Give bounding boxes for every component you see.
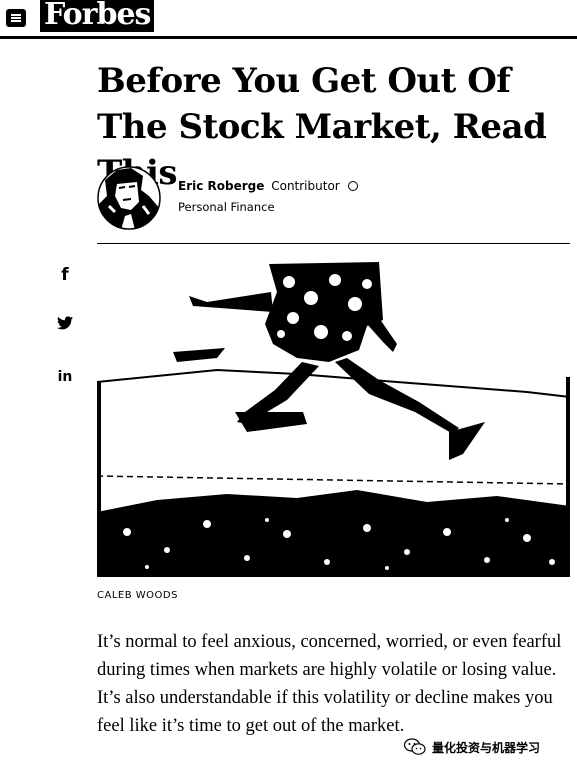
author-role: Contributor	[271, 179, 340, 193]
author-name[interactable]: Eric Roberge	[178, 179, 264, 193]
author-avatar[interactable]	[97, 166, 161, 230]
top-bar: Forbes	[0, 0, 577, 38]
author-line: Eric Roberge Contributor	[178, 179, 358, 193]
twitter-share-icon[interactable]	[55, 315, 75, 335]
wechat-icon	[404, 738, 426, 755]
byline-divider	[97, 243, 570, 244]
wechat-watermark: 量化投资与机器学习	[400, 738, 545, 756]
facebook-share-icon[interactable]: f	[55, 265, 75, 285]
info-icon[interactable]	[347, 181, 358, 191]
linkedin-share-icon[interactable]: in	[55, 369, 75, 389]
image-credit: CALEB WOODS	[97, 590, 178, 601]
article-title: Before You Get Out Of The Stock Market, …	[97, 61, 547, 193]
hamburger-menu-icon[interactable]	[6, 9, 26, 27]
header-divider	[0, 36, 577, 39]
forbes-logo[interactable]: Forbes	[40, 0, 155, 32]
article-body-paragraph: It’s normal to feel anxious, concerned, …	[97, 632, 562, 736]
channel-link[interactable]: Personal Finance	[178, 200, 275, 214]
wechat-account-name: 量化投资与机器学习	[432, 740, 541, 755]
article-hero-image	[97, 262, 570, 577]
